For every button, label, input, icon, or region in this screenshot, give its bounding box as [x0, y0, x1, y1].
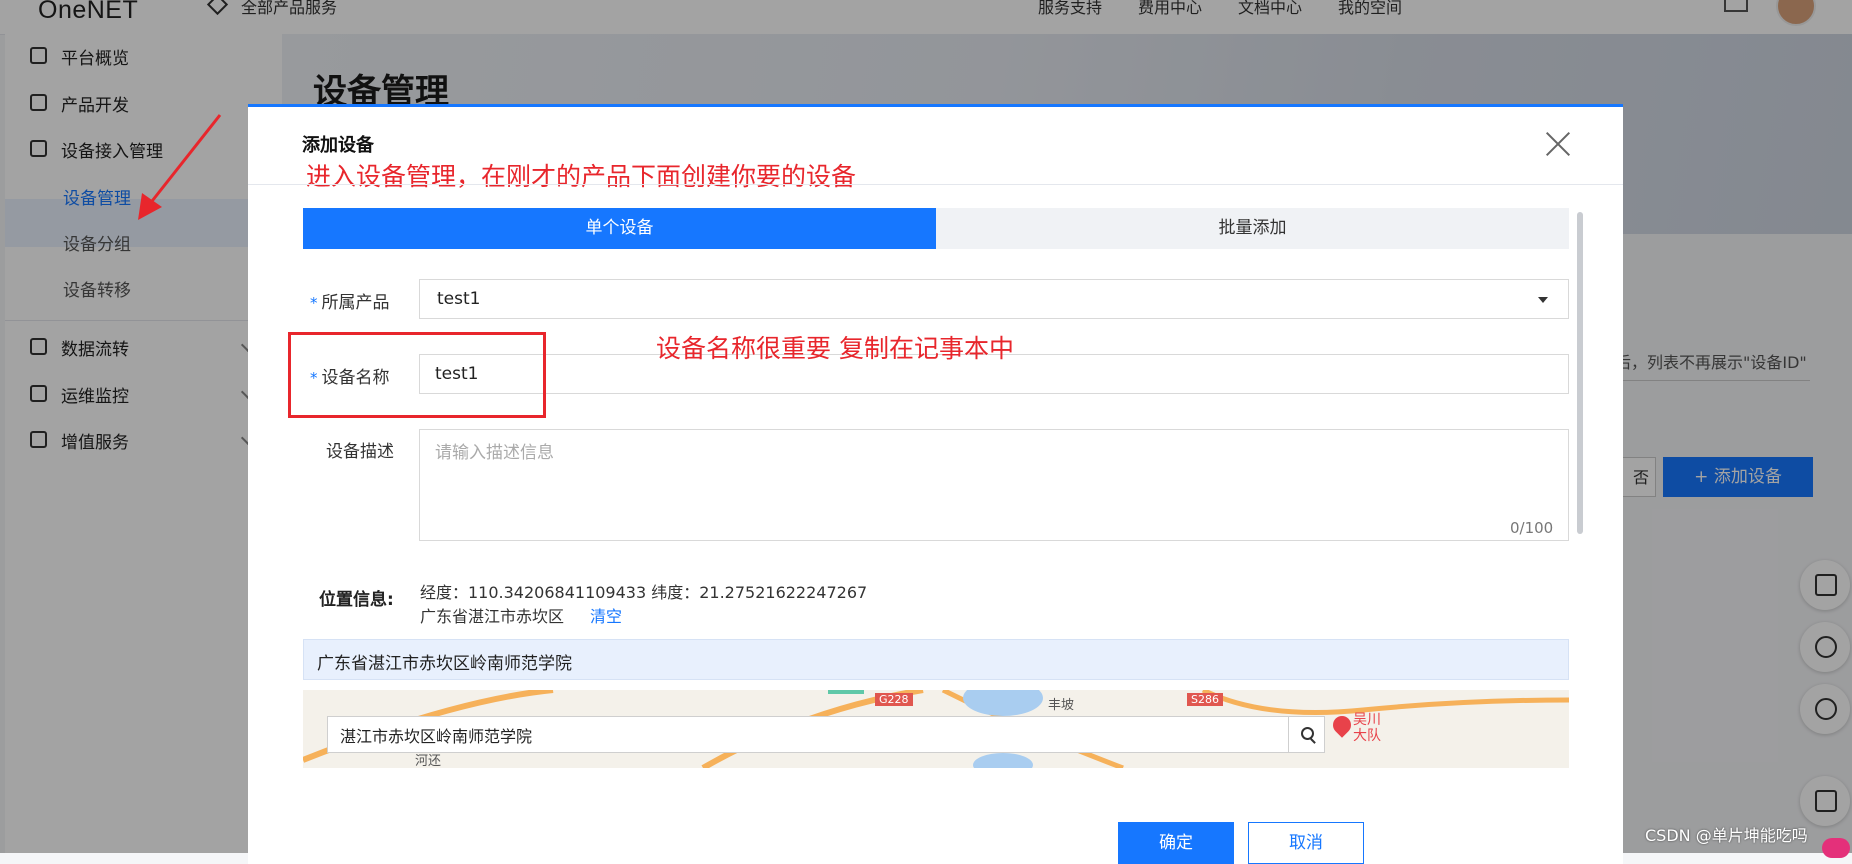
modal-title: 添加设备	[302, 135, 374, 156]
poi-name-2: 大队	[1353, 728, 1381, 744]
annotation-text-2: 设备名称很重要 复制在记事本中	[656, 334, 1014, 363]
map-label-fengpo: 丰坡	[1048, 698, 1075, 713]
desc-field-label: 设备描述	[326, 442, 394, 462]
map-poi-label: 吴川 大队	[1353, 712, 1381, 744]
search-icon	[1301, 727, 1314, 740]
location-label: 位置信息:	[319, 590, 394, 610]
product-field-label: * 所属产品	[310, 288, 390, 313]
address-text: 广东省湛江市赤坎区岭南师范学院	[317, 654, 572, 674]
red-arrow-annotation	[138, 114, 222, 220]
product-label-text: 所属产品	[321, 293, 390, 313]
map-label-s286: S286	[1187, 693, 1223, 706]
notification-badge	[1822, 838, 1850, 858]
coordinates-text: 经度：110.34206841109433 纬度：21.275216222472…	[420, 583, 868, 602]
device-add-tabs: 单个设备 批量添加	[303, 208, 1569, 249]
map-search-button[interactable]	[1289, 716, 1325, 753]
required-mark: *	[310, 294, 318, 312]
poi-name: 吴川	[1353, 712, 1381, 728]
device-description-textarea[interactable]	[419, 429, 1569, 541]
csdn-watermark: CSDN @单片坤能吃吗	[1645, 826, 1808, 845]
modal-scrollbar[interactable]	[1577, 212, 1583, 534]
clear-link[interactable]: 清空	[590, 607, 622, 626]
address-bar: 广东省湛江市赤坎区岭南师范学院	[303, 639, 1569, 680]
modal-divider	[248, 184, 1623, 185]
caret-down-icon	[1538, 297, 1548, 303]
map-view[interactable]: G228 丰坡 S286 河还 吴川大队	[303, 690, 1569, 768]
confirm-button[interactable]: 确定	[1118, 822, 1234, 864]
tab-batch-add[interactable]: 批量添加	[936, 208, 1569, 249]
map-search-input[interactable]	[327, 716, 1289, 753]
annotation-text-1: 进入设备管理，在刚才的产品下面创建你要的设备	[306, 162, 857, 191]
tab-single-device[interactable]: 单个设备	[303, 208, 936, 249]
product-select[interactable]: test1	[419, 279, 1569, 319]
map-label-g228: G228	[875, 693, 913, 706]
char-counter: 0/100	[1510, 519, 1554, 537]
district-text: 广东省湛江市赤坎区	[420, 607, 565, 626]
cancel-button[interactable]: 取消	[1248, 822, 1364, 864]
district-line: 广东省湛江市赤坎区 清空	[420, 603, 622, 627]
add-device-modal: 添加设备 进入设备管理，在刚才的产品下面创建你要的设备 单个设备 批量添加 * 所…	[248, 104, 1623, 864]
red-highlight-box	[288, 332, 546, 418]
close-icon[interactable]	[1545, 131, 1571, 157]
product-select-value: test1	[437, 289, 481, 309]
